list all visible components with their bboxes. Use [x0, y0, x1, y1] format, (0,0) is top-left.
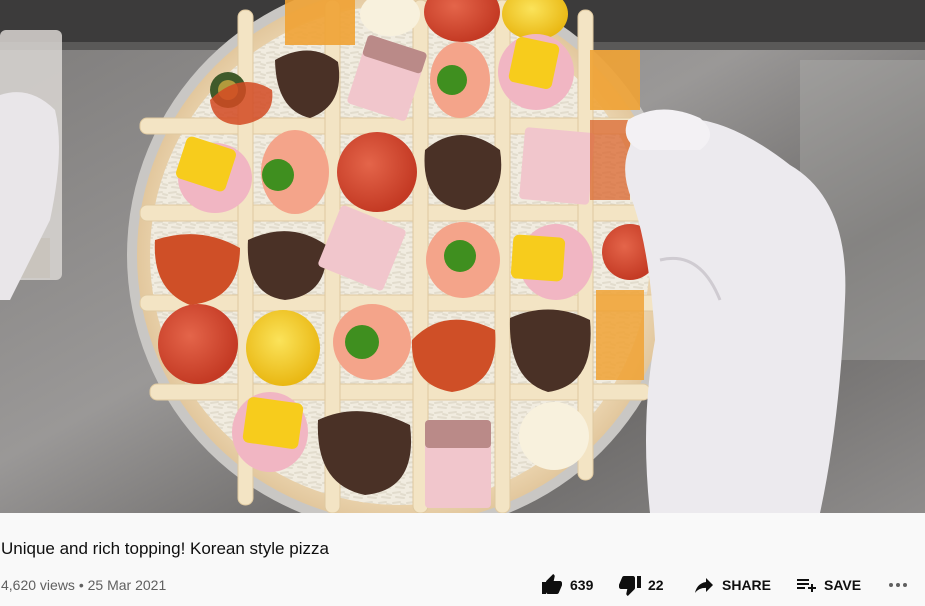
share-label: SHARE [722, 577, 772, 593]
share-button[interactable]: SHARE [692, 573, 794, 597]
video-info-panel: Unique and rich topping! Korean style pi… [0, 513, 925, 606]
video-title: Unique and rich topping! Korean style pi… [1, 539, 329, 558]
video-meta: 4,620 views • 25 Mar 2021 [1, 577, 166, 593]
like-count: 639 [570, 577, 594, 593]
share-arrow-icon [695, 578, 713, 593]
video-actions: 639 22 SHARE SAVE [540, 571, 910, 599]
save-label: SAVE [824, 577, 862, 593]
more-actions-button[interactable] [886, 573, 910, 597]
publish-date: 25 Mar 2021 [87, 577, 167, 593]
thumbs-up-icon [542, 574, 562, 594]
save-button[interactable]: SAVE [794, 573, 886, 597]
video-frame [0, 0, 925, 513]
like-button[interactable]: 639 [540, 573, 618, 597]
more-horizontal-icon [889, 583, 907, 587]
video-player[interactable] [0, 0, 925, 513]
view-count: 4,620 views [1, 577, 75, 593]
dislike-button[interactable]: 22 [618, 573, 692, 597]
dislike-count: 22 [648, 577, 664, 593]
thumbs-down-icon [619, 576, 641, 596]
playlist-add-icon [797, 579, 816, 592]
meta-separator: • [78, 577, 84, 593]
